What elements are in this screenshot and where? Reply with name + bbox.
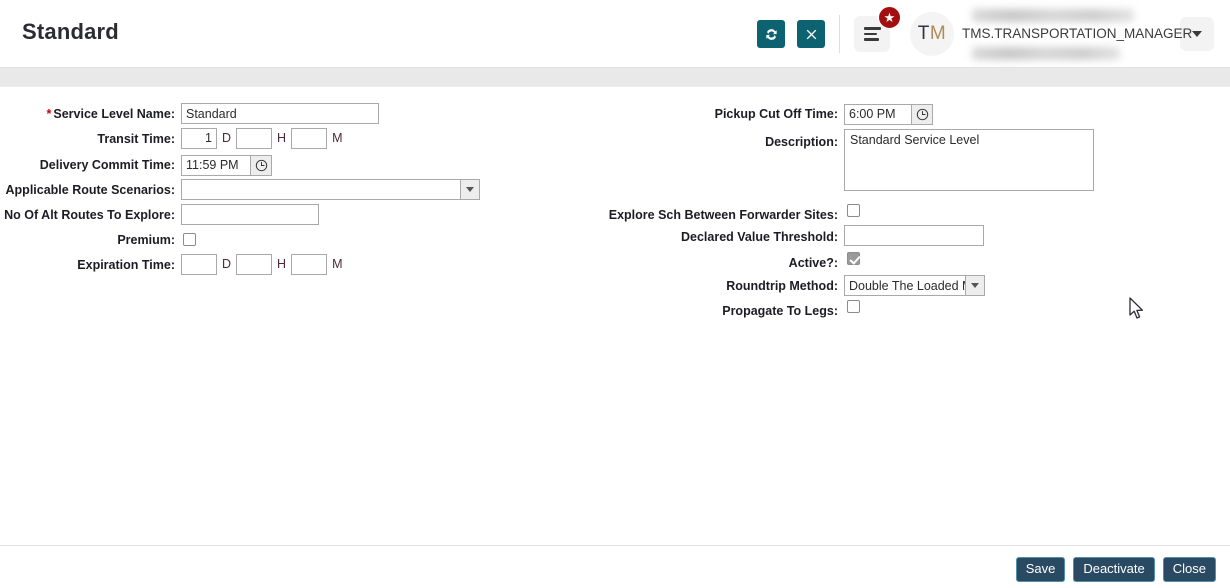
declared-value-threshold-input[interactable]: [844, 225, 984, 246]
expiration-time-days-unit: D: [222, 257, 232, 271]
chevron-down-icon: [971, 283, 979, 288]
required-asterisk: *: [46, 107, 52, 121]
menu-button[interactable]: ★: [854, 6, 901, 52]
chevron-down-icon: [466, 187, 474, 192]
field-premium: Premium:: [0, 229, 180, 251]
description-label: Description:: [765, 135, 838, 149]
roundtrip-method-select[interactable]: Double The Loaded M: [844, 275, 985, 296]
clock-icon: [916, 108, 928, 120]
active-checkbox[interactable]: [847, 252, 860, 265]
field-description: Description:: [600, 131, 843, 153]
propagate-to-legs-label: Propagate To Legs:: [722, 304, 838, 318]
field-active: Active?:: [600, 252, 843, 274]
delivery-commit-time-group: [181, 154, 272, 176]
roundtrip-method-arrow[interactable]: [965, 275, 985, 296]
explore-sch-label: Explore Sch Between Forwarder Sites:: [608, 208, 838, 222]
field-no-of-alt-routes: No Of Alt Routes To Explore:: [0, 204, 180, 226]
delivery-commit-time-clock-button[interactable]: [251, 154, 272, 176]
chevron-down-icon: [1192, 31, 1202, 37]
avatar[interactable]: TM: [910, 12, 954, 56]
refresh-button[interactable]: [757, 20, 785, 48]
field-propagate-to-legs: Propagate To Legs:: [600, 300, 843, 322]
close-icon: [806, 29, 816, 39]
active-label: Active?:: [788, 256, 838, 270]
avatar-initial-2: M: [929, 23, 947, 44]
save-button[interactable]: Save: [1015, 557, 1066, 583]
delivery-commit-time-label: Delivery Commit Time:: [39, 158, 175, 172]
user-name: TMS.TRANSPORTATION_MANAGER: [962, 26, 1193, 41]
page-title: Standard: [22, 19, 119, 44]
close-window-button[interactable]: [797, 20, 825, 48]
expiration-time-minutes-unit: M: [332, 257, 343, 271]
transit-time-days-input[interactable]: [181, 127, 217, 149]
hamburger-icon: [863, 27, 881, 41]
roundtrip-method-value: Double The Loaded M: [844, 275, 965, 296]
applicable-route-scenarios-arrow[interactable]: [460, 179, 480, 200]
applicable-route-scenarios-value: [181, 179, 460, 200]
close-button[interactable]: Close: [1162, 557, 1216, 583]
field-explore-sch-between-forwarder-sites: Explore Sch Between Forwarder Sites:: [560, 204, 843, 226]
expiration-time-hours-input[interactable]: [236, 253, 273, 275]
applicable-route-scenarios-select[interactable]: [181, 179, 480, 200]
pickup-cut-off-time-label: Pickup Cut Off Time:: [714, 107, 838, 121]
transit-time-label: Transit Time:: [97, 132, 175, 146]
header-divider: [839, 15, 840, 53]
field-declared-value-threshold: Declared Value Threshold:: [600, 226, 843, 248]
refresh-icon: [765, 28, 777, 40]
expiration-time-hours-unit: H: [277, 257, 287, 271]
page-header: Standard ★ TM TMS.TRANSPORTATION_MANAGER: [0, 0, 1230, 68]
field-applicable-route-scenarios: Applicable Route Scenarios:: [0, 179, 180, 201]
propagate-to-legs-checkbox[interactable]: [847, 300, 860, 313]
no-of-alt-routes-label: No Of Alt Routes To Explore:: [4, 208, 175, 222]
roundtrip-method-label: Roundtrip Method:: [726, 279, 838, 293]
field-expiration-time: Expiration Time:: [0, 254, 180, 276]
service-level-name-label: * Service Level Name:: [46, 107, 175, 121]
field-pickup-cut-off-time: Pickup Cut Off Time:: [600, 103, 843, 125]
avatar-initial-1: T: [917, 23, 930, 44]
field-delivery-commit-time: Delivery Commit Time:: [0, 154, 180, 176]
applicable-route-scenarios-label: Applicable Route Scenarios:: [5, 183, 175, 197]
footer-actions: Save Deactivate Close: [1015, 557, 1216, 583]
deactivate-button[interactable]: Deactivate: [1073, 557, 1155, 583]
transit-time-hours-unit: H: [277, 131, 287, 145]
service-level-name-input[interactable]: [181, 103, 379, 124]
transit-time-group: D H M: [181, 127, 347, 149]
clock-icon: [255, 159, 267, 171]
star-badge-icon: ★: [878, 6, 901, 29]
redacted-line-top: [972, 9, 1134, 22]
field-service-level-name: * Service Level Name:: [0, 103, 180, 125]
explore-sch-checkbox[interactable]: [847, 204, 860, 217]
field-roundtrip-method: Roundtrip Method:: [600, 275, 843, 297]
field-transit-time: Transit Time:: [0, 128, 180, 150]
no-of-alt-routes-input[interactable]: [181, 204, 319, 225]
expiration-time-label: Expiration Time:: [77, 258, 175, 272]
form-panel: *Service Level Name: Transit Time: D H M…: [0, 86, 1230, 545]
expiration-time-group: D H M: [181, 253, 347, 275]
pickup-cut-off-time-group: [844, 103, 933, 125]
header-content-gap: [0, 68, 1230, 86]
description-textarea[interactable]: Standard Service Level: [844, 129, 1094, 191]
premium-checkbox[interactable]: [183, 233, 196, 246]
transit-time-hours-input[interactable]: [236, 127, 273, 149]
user-info[interactable]: TMS.TRANSPORTATION_MANAGER: [962, 7, 1192, 61]
header-actions: ★ TM TMS.TRANSPORTATION_MANAGER: [757, 0, 1230, 68]
premium-label: Premium:: [117, 233, 175, 247]
transit-time-minutes-unit: M: [332, 131, 343, 145]
redacted-line-bottom: [972, 47, 1120, 60]
page-footer: Save Deactivate Close: [0, 545, 1230, 588]
expiration-time-minutes-input[interactable]: [291, 253, 328, 275]
delivery-commit-time-input[interactable]: [181, 154, 251, 176]
transit-time-days-unit: D: [222, 131, 232, 145]
expiration-time-days-input[interactable]: [181, 253, 217, 275]
transit-time-minutes-input[interactable]: [291, 127, 328, 149]
pickup-cut-off-time-clock-button[interactable]: [912, 103, 933, 125]
pickup-cut-off-time-input[interactable]: [844, 103, 912, 125]
app-window: Standard ★ TM TMS.TRANSPORTATION_MANAGER…: [0, 0, 1230, 588]
declared-value-threshold-label: Declared Value Threshold:: [681, 230, 838, 244]
